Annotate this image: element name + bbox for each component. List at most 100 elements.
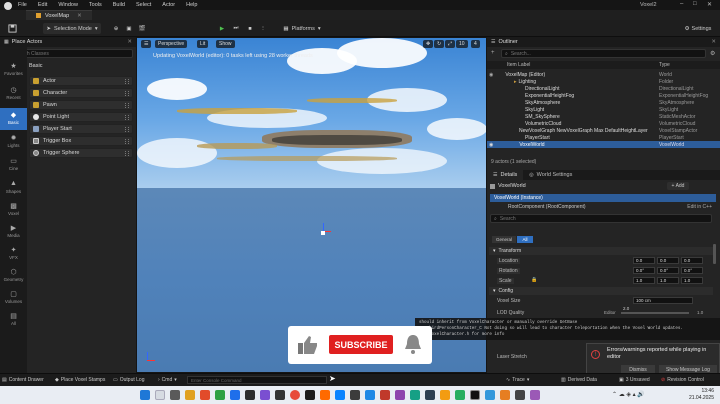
maximize-icon[interactable]: □ [693, 1, 697, 7]
voxel-size-field[interactable]: 100 cm [633, 297, 693, 304]
outliner-row[interactable]: SM_SkySphere StaticMeshActor [487, 113, 720, 120]
quick-add-icon[interactable]: ⊕ [111, 23, 121, 34]
outliner-search-input[interactable]: ⌕ Search... [501, 49, 706, 58]
add-component-button[interactable]: + Add [667, 182, 689, 190]
category-cine[interactable]: ▭ Cine [0, 157, 27, 171]
outliner-row[interactable]: ▸ Lighting Folder [487, 78, 720, 85]
task-view-icon[interactable] [170, 390, 180, 400]
rotation-z-field[interactable]: 0.0° [681, 267, 703, 274]
tab-close-icon[interactable]: ✕ [77, 13, 82, 19]
app-icon[interactable] [275, 390, 285, 400]
category-basic[interactable]: ◆ Basic [0, 108, 27, 130]
add-actor-icon[interactable]: + [491, 50, 495, 56]
gizmo-center[interactable] [321, 231, 325, 235]
category-media[interactable]: ▶ Media [0, 224, 27, 238]
save-icon[interactable] [5, 23, 19, 34]
rotation-y-field[interactable]: 0.0° [657, 267, 679, 274]
unreal-editor-icon[interactable] [470, 390, 480, 400]
app-icon[interactable] [425, 390, 435, 400]
scale-label[interactable]: Scale [497, 277, 514, 284]
app-icon[interactable] [485, 390, 495, 400]
details-scrollbar[interactable] [713, 244, 716, 264]
section-transform[interactable]: ▾ Transform [489, 247, 713, 255]
blueprint-icon[interactable]: ▣ [124, 23, 134, 34]
app-icon[interactable] [365, 390, 375, 400]
grid-snap-value[interactable]: 10 [456, 40, 468, 48]
app-icon[interactable] [200, 390, 210, 400]
derived-data-button[interactable]: ▥ Derived Data [561, 376, 597, 384]
filter-general[interactable]: General [492, 236, 516, 243]
scale-z-field[interactable]: 1.0 [681, 277, 703, 284]
close-icon[interactable]: ✕ [707, 1, 712, 8]
scale-x-field[interactable]: 1.0 [633, 277, 655, 284]
outliner-row-selected[interactable]: ◉ VoxelWorld VoxelWorld [487, 141, 720, 148]
outliner-row[interactable]: ◉ VoxelMap (Editor) World [487, 71, 720, 78]
menu-build[interactable]: Build [113, 2, 125, 8]
rotation-label[interactable]: Rotation [497, 267, 520, 274]
app-icon[interactable] [395, 390, 405, 400]
chrome-icon[interactable] [290, 390, 300, 400]
translate-icon[interactable]: ✥ [423, 40, 434, 48]
tab-world-settings[interactable]: ◎ World Settings [523, 170, 578, 180]
visibility-eye-icon[interactable]: ◉ [489, 142, 493, 148]
actor-item[interactable]: Player Start [29, 124, 133, 134]
app-icon[interactable] [305, 390, 315, 400]
app-icon[interactable] [410, 390, 420, 400]
category-volumes[interactable]: ▢ Volumes [0, 290, 27, 304]
more-options-icon[interactable]: ⋮ [259, 23, 267, 34]
visibility-eye-icon[interactable]: ◉ [489, 72, 493, 78]
filter-all[interactable]: All [517, 236, 533, 243]
minimize-icon[interactable]: – [680, 1, 683, 7]
app-icon[interactable] [515, 390, 525, 400]
actor-item[interactable]: Point Light [29, 112, 133, 122]
category-vfx[interactable]: ✦ VFX [0, 246, 27, 260]
app-icon[interactable] [455, 390, 465, 400]
outliner-row[interactable]: NewVoxelGraph NewVoxelGraph Max DefaultH… [487, 127, 720, 134]
platforms-dropdown[interactable]: ▦ Platforms ▾ [277, 23, 327, 34]
details-search-input[interactable]: ⌕ Search [490, 214, 712, 223]
selection-mode-dropdown[interactable]: ➤ Selection Mode ▾ [43, 23, 101, 34]
app-icon[interactable] [350, 390, 360, 400]
category-voxel[interactable]: ▩ Voxel [0, 202, 27, 216]
app-icon[interactable] [215, 390, 225, 400]
menu-file[interactable]: File [18, 2, 27, 8]
rotation-x-field[interactable]: 0.0° [633, 267, 655, 274]
place-voxel-stamps-button[interactable]: ◆ Place Voxel Stamps [55, 376, 105, 384]
lit-button[interactable]: Lit [197, 40, 209, 48]
menu-help[interactable]: Help [186, 2, 197, 8]
trace-button[interactable]: ∿ Trace ▾ [506, 376, 529, 384]
settings-button[interactable]: ⚙ Settings [679, 23, 717, 34]
edit-cpp-link[interactable]: Edit in C++ [687, 204, 712, 210]
tab-voxelmap[interactable]: VoxelMap ✕ [26, 10, 92, 20]
location-x-field[interactable]: 0.0 [633, 257, 655, 264]
search-icon[interactable] [155, 390, 165, 400]
actor-item[interactable]: Trigger Box [29, 136, 133, 146]
outliner-row[interactable]: PlayerStart PlayerStart [487, 134, 720, 141]
bell-icon[interactable] [404, 334, 422, 355]
app-icon[interactable] [230, 390, 240, 400]
windows-start-icon[interactable] [140, 390, 150, 400]
menu-actor[interactable]: Actor [162, 2, 175, 8]
component-instance-row[interactable]: VoxelWorld (Instance) [490, 194, 716, 202]
lod-slider[interactable] [621, 312, 689, 314]
app-icon[interactable] [320, 390, 330, 400]
gizmo-z-axis[interactable] [323, 223, 324, 231]
console-command-input[interactable]: Enter Console Command [187, 376, 327, 384]
show-button[interactable]: Show [216, 40, 235, 48]
revision-control-button[interactable]: ⊘ Revision Control [661, 376, 704, 384]
app-icon[interactable] [500, 390, 510, 400]
play-icon[interactable]: ▶ [217, 23, 227, 34]
outliner-row[interactable]: ExponentialHeightFog ExponentialHeightFog [487, 92, 720, 99]
panel-close-icon[interactable]: ✕ [127, 39, 132, 45]
category-favorites[interactable]: ★ Favorites [0, 62, 27, 76]
outliner-row[interactable]: SkyAtmosphere SkyAtmosphere [487, 99, 720, 106]
camera-speed-button[interactable]: 4 [471, 40, 480, 48]
unsaved-button[interactable]: ▣ 3 Unsaved [619, 376, 650, 384]
actor-item[interactable]: Pawn [29, 100, 133, 110]
location-z-field[interactable]: 0.0 [681, 257, 703, 264]
app-icon[interactable] [335, 390, 345, 400]
content-drawer-button[interactable]: ▤ Content Drawer [2, 376, 44, 384]
panel-close-icon[interactable]: ✕ [711, 39, 716, 45]
menu-select[interactable]: Select [136, 2, 151, 8]
location-label[interactable]: Location [497, 257, 520, 264]
